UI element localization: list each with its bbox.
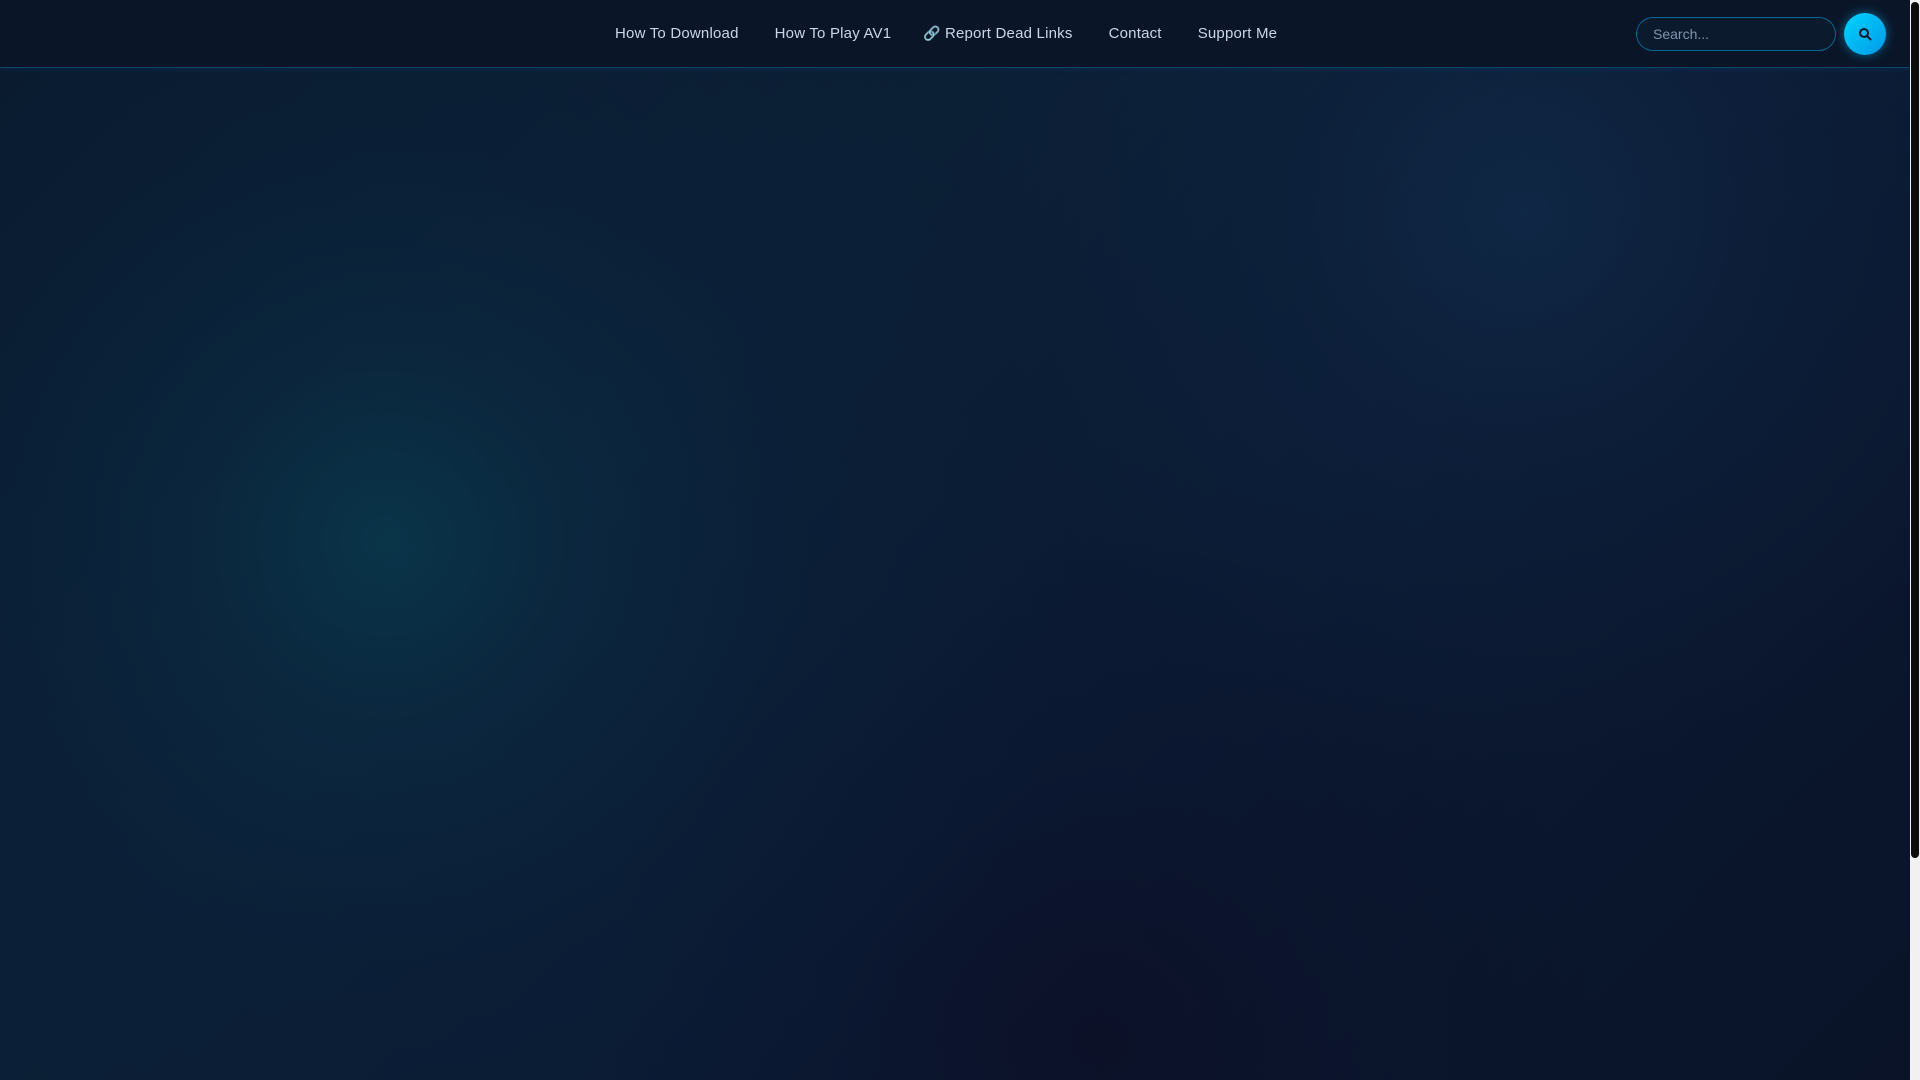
nav-how-to-play-av1-label: How To Play AV1: [774, 25, 892, 42]
scrollbar[interactable]: [1910, 0, 1920, 1080]
search-icon: [1859, 28, 1872, 41]
nav-contact-label: Contact: [1108, 25, 1162, 42]
nav-support-me-label: Support Me: [1197, 25, 1278, 42]
nav-support-me[interactable]: Support Me: [1178, 25, 1294, 42]
nav-how-to-play-av1[interactable]: How To Play AV1: [755, 25, 908, 42]
link-icon: 🔗: [923, 25, 941, 41]
page: How To Download How To Play AV1 🔗 Report…: [0, 0, 1920, 1080]
top-navbar: How To Download How To Play AV1 🔗 Report…: [0, 0, 1910, 68]
nav-report-dead-links[interactable]: 🔗 Report Dead Links: [907, 25, 1088, 42]
search-input[interactable]: [1636, 17, 1836, 51]
search-form: [1636, 13, 1886, 55]
scrollbar-thumb[interactable]: [1911, 2, 1919, 858]
nav-contact[interactable]: Contact: [1089, 25, 1178, 42]
nav-how-to-download[interactable]: How To Download: [598, 25, 755, 42]
nav-report-dead-links-label: Report Dead Links: [944, 25, 1073, 42]
nav-how-to-download-label: How To Download: [615, 25, 739, 42]
search-button[interactable]: [1844, 13, 1886, 55]
main-nav: How To Download How To Play AV1 🔗 Report…: [598, 0, 1293, 67]
